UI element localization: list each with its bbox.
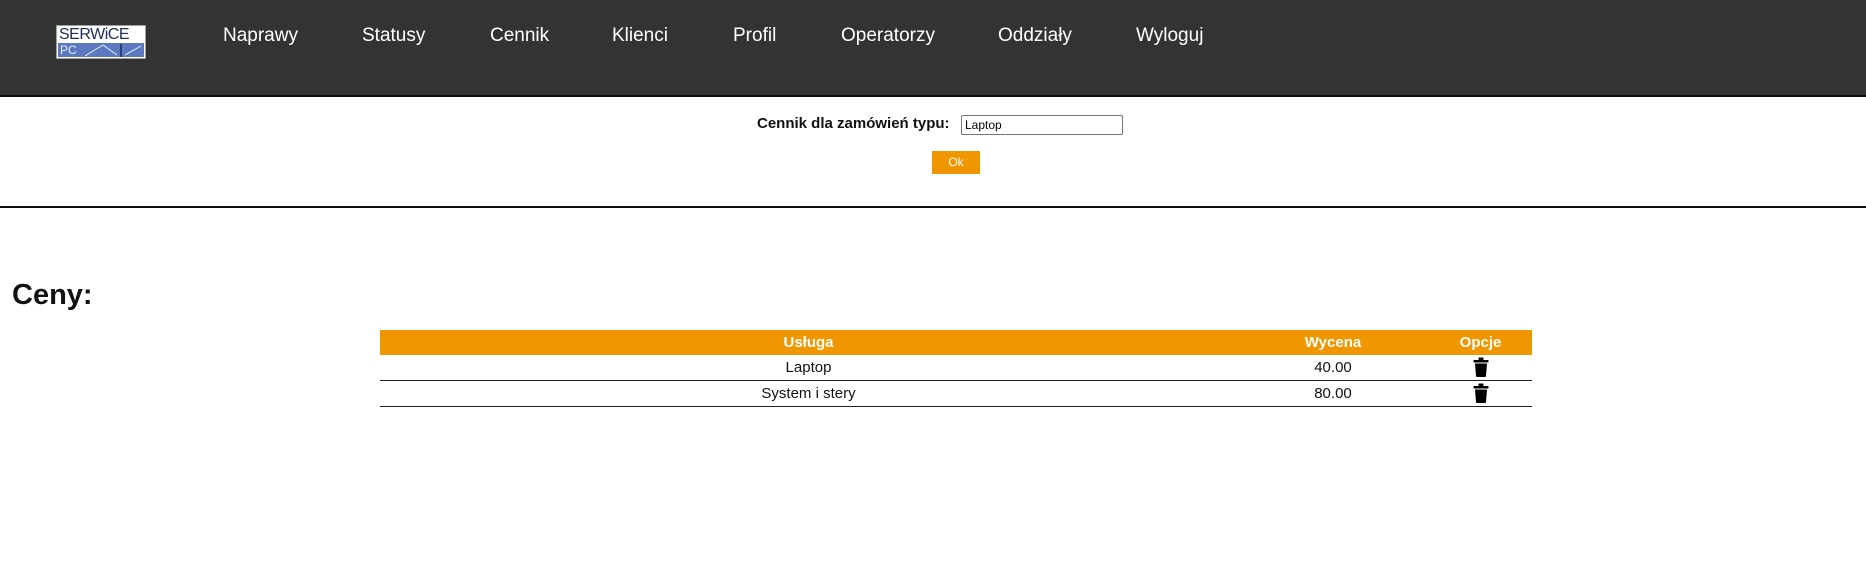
order-type-input[interactable] [961, 115, 1123, 135]
trash-icon[interactable] [1473, 357, 1489, 377]
price-cell: 80.00 [1314, 385, 1352, 402]
nav-statusy[interactable]: Statusy [362, 24, 425, 48]
nav-oddzialy[interactable]: Oddziały [998, 24, 1072, 48]
service-cell: Laptop [785, 359, 832, 376]
nav-operatorzy[interactable]: Operatorzy [841, 24, 935, 48]
nav-cennik[interactable]: Cennik [490, 24, 549, 48]
top-navbar: SERWiCE PC Naprawy Statusy Cennik Klienc… [0, 0, 1866, 97]
order-type-label: Cennik dla zamówień typu: [757, 115, 950, 132]
options-cell [1429, 381, 1532, 406]
price-table: Usługa Wycena Opcje Laptop 40.00 System … [380, 330, 1532, 407]
price-type-form: Cennik dla zamówień typu: Ok [0, 99, 1866, 208]
trash-icon[interactable] [1473, 383, 1489, 403]
nav-naprawy[interactable]: Naprawy [223, 24, 298, 48]
options-cell [1429, 355, 1532, 380]
column-header-price: Wycena [1304, 334, 1362, 351]
table-row: Laptop 40.00 [380, 355, 1532, 381]
table-header: Usługa Wycena Opcje [380, 330, 1532, 355]
prices-heading: Ceny: [12, 279, 93, 311]
ok-button[interactable]: Ok [932, 151, 980, 174]
table-row: System i stery 80.00 [380, 381, 1532, 407]
logo-text: SERWiCE [59, 26, 130, 43]
nav-klienci[interactable]: Klienci [612, 24, 668, 48]
logo-subtext: PC [60, 43, 77, 57]
service-cell: System i stery [761, 385, 856, 402]
price-cell: 40.00 [1314, 359, 1352, 376]
column-header-options: Opcje [1459, 334, 1502, 351]
column-header-service: Usługa [783, 334, 834, 351]
nav-wyloguj[interactable]: Wyloguj [1136, 24, 1203, 48]
logo[interactable]: SERWiCE PC [56, 25, 146, 59]
nav-profil[interactable]: Profil [733, 24, 776, 48]
logo-graphic [85, 44, 142, 57]
